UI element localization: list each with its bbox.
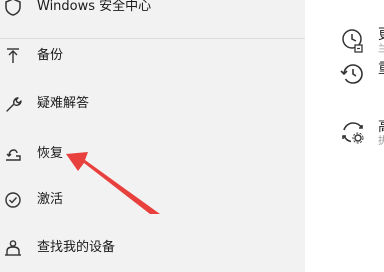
right-item-reset[interactable]: 重 (338, 60, 384, 96)
sidebar-item-label: 疑难解答 (37, 96, 90, 111)
sidebar-item-backup[interactable]: 备份 (0, 37, 305, 77)
settings-sidebar: Windows 安全中心 备份 疑难解答 恢复 激活 查找我的设备 (0, 0, 305, 272)
sidebar-item-label: 备份 (37, 48, 64, 63)
right-item-update[interactable]: 更 兰 (338, 26, 384, 62)
sidebar-item-label: Windows 安全中心 (37, 0, 152, 14)
right-item-subtitle: 执 (378, 136, 384, 147)
check-circle-icon (3, 190, 23, 210)
sidebar-item-recovery[interactable]: 恢复 (0, 135, 305, 175)
backup-arrow-icon (3, 46, 23, 66)
wrench-icon (3, 94, 23, 114)
sidebar-item-find-my-device[interactable]: 查找我的设备 (0, 229, 305, 269)
right-item-subtitle: 兰 (378, 44, 384, 55)
sidebar-item-windows-security[interactable]: Windows 安全中心 (0, 0, 305, 28)
right-item-title: 重 (378, 60, 384, 78)
person-icon (3, 238, 23, 258)
sidebar-item-activation[interactable]: 激活 (0, 181, 305, 221)
right-item-title: 高 (378, 118, 384, 136)
recovery-icon (3, 144, 23, 164)
sidebar-item-label: 激活 (37, 192, 64, 207)
sidebar-item-label: 恢复 (37, 146, 64, 161)
sidebar-item-troubleshoot[interactable]: 疑难解答 (0, 85, 305, 125)
history-icon (338, 60, 368, 90)
clock-history-icon (338, 26, 368, 56)
right-item-title: 更 (378, 26, 384, 44)
shield-icon (3, 0, 23, 17)
refresh-settings-icon (338, 118, 368, 148)
settings-window: Windows 安全中心 备份 疑难解答 恢复 激活 查找我的设备 兰 执 (0, 0, 384, 272)
right-item-advanced[interactable]: 高 执 (338, 118, 384, 154)
sidebar-item-label: 查找我的设备 (37, 240, 116, 255)
